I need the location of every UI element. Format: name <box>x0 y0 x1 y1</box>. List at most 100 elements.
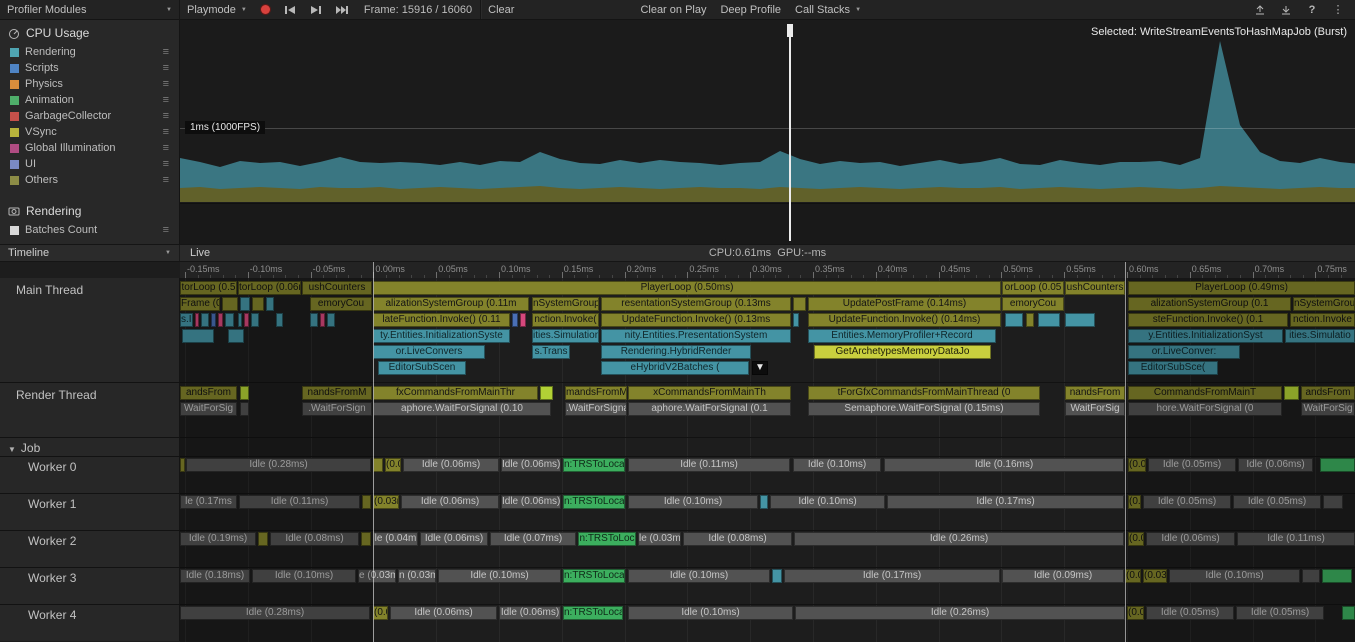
track-body-worker-1[interactable]: le (0.17msIdle (0.11ms)(0.03mIdle (0.06m… <box>180 494 1355 530</box>
timeline-span[interactable]: Idle (0.10ms) <box>1169 569 1300 583</box>
track-body-worker-3[interactable]: Idle (0.18ms) Idle (0.10ms) e (0.03m n (0.0… <box>180 568 1355 604</box>
track-label-worker-3[interactable]: Worker 3 <box>0 568 180 604</box>
timeline-span[interactable]: WaitForSig <box>1065 402 1125 416</box>
drag-handle-icon[interactable]: ≡ <box>163 174 169 186</box>
timeline-span[interactable]: steFunction.Invoke() (0.1 <box>1128 313 1288 327</box>
drag-handle-icon[interactable]: ≡ <box>163 94 169 106</box>
profiler-modules-dropdown[interactable]: Profiler Modules ▼ <box>0 0 180 20</box>
timeline-span[interactable]: GetArchetypesMemoryDataJo <box>814 345 991 359</box>
timeline-span[interactable]: (0.02 <box>373 606 388 620</box>
legend-item-physics[interactable]: Physics ≡ <box>0 76 179 92</box>
timeline-span[interactable]: PlayerLoop (0.49ms) <box>1128 281 1355 295</box>
track-label-job[interactable]: ▼ Job <box>0 438 180 456</box>
timeline-span[interactable]: (0.0 <box>1128 495 1141 509</box>
timeline-span-small[interactable] <box>1323 495 1343 509</box>
timeline-span[interactable]: andsFrom <box>1301 386 1355 400</box>
track-body-worker-0[interactable]: Idle (0.28ms)(0.02Idle (0.06ms)Idle (0.0… <box>180 457 1355 493</box>
timeline-span-small[interactable] <box>225 313 234 327</box>
timeline-span-small[interactable] <box>327 313 335 327</box>
timeline-span-small[interactable] <box>1026 313 1034 327</box>
timeline-span-small[interactable] <box>1038 313 1060 327</box>
timeline-span[interactable]: WaitForSig <box>180 402 237 416</box>
timeline-span[interactable]: or.LiveConvers <box>373 345 485 359</box>
drag-handle-icon[interactable]: ≡ <box>163 142 169 154</box>
timeline-span[interactable]: ▼ <box>752 361 768 375</box>
timeline-span[interactable]: tForGfxCommandsFromMainThread (0 <box>808 386 1040 400</box>
cpu-chart[interactable]: 1ms (1000FPS) Selected: WriteStreamEvent… <box>180 20 1355 244</box>
timeline-span[interactable]: alizationSystemGroup (0.1 <box>1128 297 1291 311</box>
timeline-span-small[interactable] <box>240 297 250 311</box>
timeline-span[interactable]: torLoop (0.06m <box>238 281 301 295</box>
timeline-span-small[interactable] <box>201 313 209 327</box>
load-profile-button[interactable] <box>1251 1 1269 19</box>
cpu-chart-plot[interactable]: 1ms (1000FPS) <box>180 20 1355 202</box>
timeline-span[interactable]: Idle (0.08ms) <box>270 532 359 546</box>
timeline-span[interactable]: (0.02 <box>385 458 401 472</box>
timeline-span[interactable]: Idle (0.11ms) <box>1237 532 1355 546</box>
timeline-span-small[interactable] <box>1302 569 1320 583</box>
timeline-span[interactable]: nandsFromM <box>302 386 372 400</box>
timeline-span-small[interactable] <box>793 313 799 327</box>
timeline-span[interactable]: Idle (0.28ms) <box>186 458 371 472</box>
timeline-span[interactable]: e (0.03m <box>358 569 396 583</box>
track-body-main-thread[interactable]: torLoop (0.5 torLoop (0.06m ushCounters Pla… <box>180 278 1355 382</box>
timeline-span-small[interactable] <box>180 458 185 472</box>
timeline-span[interactable]: Idle (0.05ms) <box>1143 495 1231 509</box>
timeline-span[interactable]: UpdatePostFrame (0.14ms) <box>808 297 1001 311</box>
track-label-worker-1[interactable]: Worker 1 <box>0 494 180 530</box>
timeline-span[interactable]: (0.03 <box>1143 569 1167 583</box>
track-body-job[interactable] <box>180 438 1355 456</box>
legend-item-rendering[interactable]: Rendering ≡ <box>0 44 179 60</box>
legend-item-animation[interactable]: Animation ≡ <box>0 92 179 108</box>
timeline-span[interactable]: Idle (0.26ms) <box>795 606 1125 620</box>
timeline-span[interactable]: .WaitForSigna <box>565 402 627 416</box>
timeline-span[interactable]: nction.Invoke( <box>532 313 599 327</box>
timeline-span[interactable]: Idle (0.05ms) <box>1146 606 1234 620</box>
timeline-span[interactable]: Idle (0.06ms) <box>501 458 561 472</box>
timeline-span-small[interactable] <box>240 402 249 416</box>
timeline-span[interactable]: (0.03m <box>373 495 399 509</box>
timeline-span[interactable]: Idle (0.10ms) <box>628 606 793 620</box>
timeline-span[interactable]: Entities.MemoryProfiler+Record <box>808 329 996 343</box>
track-label-worker-4[interactable]: Worker 4 <box>0 605 180 641</box>
timeline-span[interactable]: n (0.03m <box>398 569 436 583</box>
timeline-span[interactable]: n:TRSToLoca <box>563 495 625 509</box>
timeline-span[interactable]: (0.02 <box>1125 569 1141 583</box>
legend-item-batches-count[interactable]: Batches Count ≡ <box>0 222 179 238</box>
timeline-span[interactable]: PlayerLoop (0.50ms) <box>373 281 1001 295</box>
timeline-span-small[interactable] <box>218 313 223 327</box>
timeline-span-small[interactable] <box>1284 386 1299 400</box>
timeline-span-small[interactable] <box>361 532 371 546</box>
legend-item-ui[interactable]: UI ≡ <box>0 156 179 172</box>
timeline-span[interactable]: Idle (0.17ms) <box>887 495 1124 509</box>
timeline-span[interactable]: hore.WaitForSignal (0 <box>1128 402 1282 416</box>
timeline-span[interactable]: le (0.04m <box>373 532 418 546</box>
timeline-span[interactable]: mandsFromM <box>565 386 627 400</box>
legend-item-garbagecollector[interactable]: GarbageCollector ≡ <box>0 108 179 124</box>
timeline-span[interactable]: resentationSystemGroup (0.13ms <box>601 297 791 311</box>
timeline-span[interactable]: Rendering.HybridRender <box>601 345 751 359</box>
timeline-span-small[interactable] <box>1005 313 1023 327</box>
live-toggle[interactable]: Live <box>180 247 220 259</box>
record-button[interactable] <box>254 0 277 20</box>
timeline-span-small[interactable] <box>251 313 259 327</box>
timeline-span-small[interactable] <box>276 313 283 327</box>
drag-handle-icon[interactable]: ≡ <box>163 62 169 74</box>
drag-handle-icon[interactable]: ≡ <box>163 224 169 236</box>
timeline-span[interactable]: Semaphore.WaitForSignal (0.15ms) <box>808 402 1040 416</box>
timeline-span[interactable]: EditorSubScen <box>378 361 466 375</box>
playmode-dropdown[interactable]: Playmode ▼ <box>180 0 254 20</box>
timeline-span-small[interactable] <box>252 297 264 311</box>
timeline-span[interactable]: s.Inv <box>180 313 193 327</box>
timeline-span[interactable]: aphore.WaitForSignal (0.10 <box>373 402 551 416</box>
timeline-span-small[interactable] <box>520 313 526 327</box>
timeline-span-small[interactable] <box>1342 606 1355 620</box>
timeline-span-small[interactable] <box>1320 458 1355 472</box>
module-rendering[interactable]: Rendering <box>0 198 179 222</box>
timeline-span-small[interactable] <box>373 458 383 472</box>
timeline-span[interactable]: orLoop (0.05 <box>1002 281 1064 295</box>
timeline-span[interactable]: (0.02 <box>1127 606 1144 620</box>
timeline-span[interactable]: s.Trans <box>532 345 570 359</box>
timeline-span[interactable]: Idle (0.11ms) <box>628 458 790 472</box>
track-body-worker-2[interactable]: Idle (0.19ms) Idle (0.08ms) le (0.04m Idle … <box>180 531 1355 567</box>
